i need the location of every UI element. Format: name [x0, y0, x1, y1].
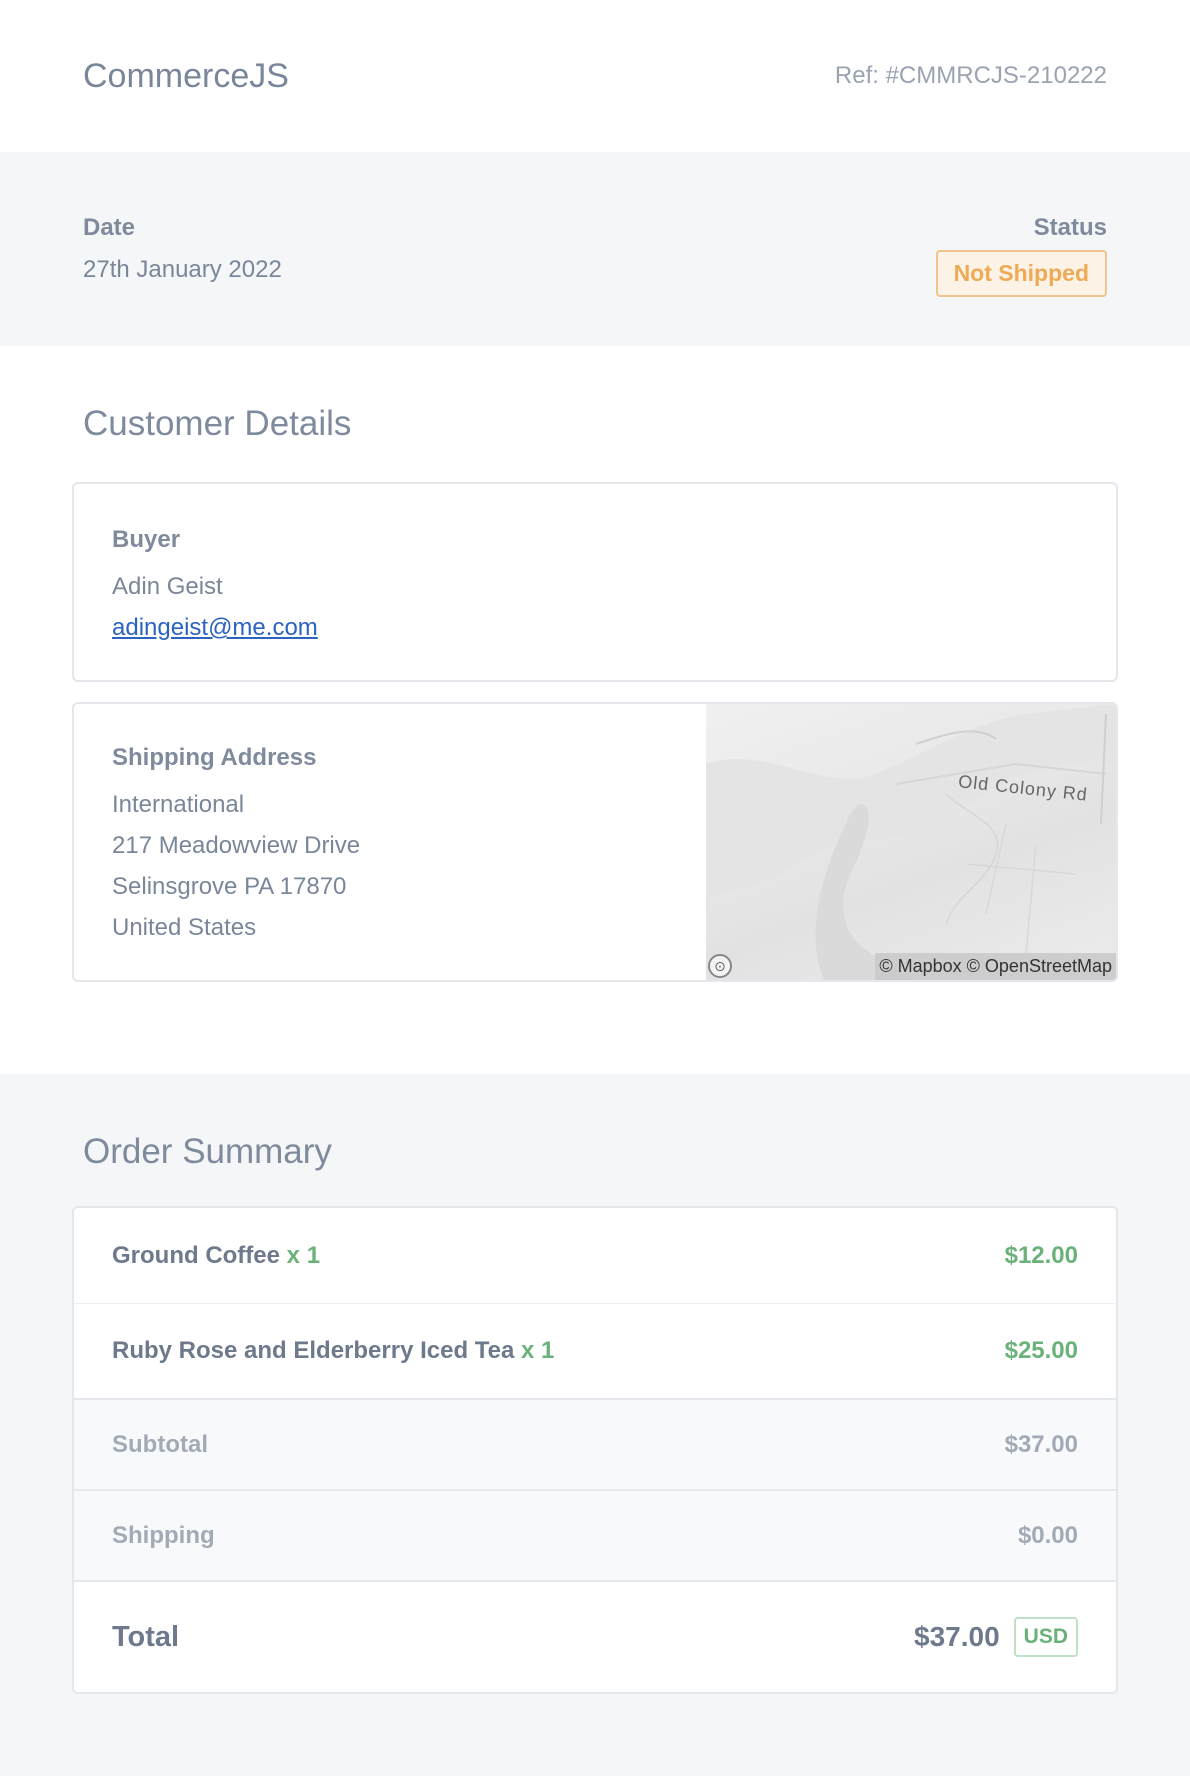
order-summary-section: Order Summary Ground Coffee x 1 $12.00 R…	[0, 1074, 1190, 1776]
shipping-map[interactable]: Old Colony Rd ⊙ © Mapbox © OpenStreetMap	[706, 704, 1116, 980]
order-item-name: Ruby Rose and Elderberry Iced Tea	[112, 1337, 515, 1364]
total-row: Total $37.00 USD	[74, 1582, 1116, 1692]
map-terrain	[706, 704, 1116, 980]
customer-details-title: Customer Details	[83, 404, 352, 443]
subtotal-value: $37.00	[1004, 1430, 1078, 1458]
total-label: Total	[112, 1620, 180, 1653]
buyer-card: Buyer Adin Geist adingeist@me.com	[72, 482, 1118, 682]
mapbox-logo-icon[interactable]: ⊙	[708, 954, 732, 978]
status-badge: Not Shipped	[935, 250, 1107, 297]
order-meta: Date 27th January 2022 Status Not Shippe…	[0, 152, 1190, 346]
total-amount-wrap: $37.00 USD	[914, 1617, 1078, 1657]
shipping-cost-value: $0.00	[1017, 1521, 1078, 1549]
order-summary-card: Ground Coffee x 1 $12.00 Ruby Rose and E…	[72, 1206, 1118, 1694]
buyer-email-link[interactable]: adingeist@me.com	[112, 614, 318, 641]
subtotal-label: Subtotal	[112, 1430, 208, 1458]
shipping-address-line: Selinsgrove PA 17870	[112, 873, 347, 900]
currency-badge: USD	[1013, 1617, 1078, 1657]
total-value: $37.00	[914, 1621, 1000, 1652]
shipping-address-text: Shipping Address International 217 Meado…	[74, 704, 706, 980]
map-attribution[interactable]: © Mapbox © OpenStreetMap	[875, 953, 1116, 980]
shipping-address-card: Shipping Address International 217 Meado…	[72, 702, 1118, 982]
page-header: CommerceJS Ref: #CMMRCJS-210222	[0, 0, 1190, 152]
brand-logo[interactable]: CommerceJS	[83, 57, 289, 96]
buyer-name: Adin Geist	[112, 573, 223, 600]
order-item-price: $12.00	[1004, 1241, 1078, 1269]
order-item-name-wrap: Ruby Rose and Elderberry Iced Tea x 1	[112, 1337, 554, 1365]
order-item-name-wrap: Ground Coffee x 1	[112, 1242, 320, 1270]
buyer-label: Buyer	[112, 526, 181, 553]
order-item-quantity: x 1	[521, 1337, 555, 1364]
order-item-name: Ground Coffee	[112, 1241, 280, 1269]
customer-details-section: Customer Details Buyer Adin Geist adinge…	[0, 346, 1190, 1074]
status-block: Status Not Shipped	[935, 214, 1107, 297]
order-item-price: $25.00	[1004, 1337, 1078, 1364]
subtotal-row: Subtotal $37.00	[74, 1400, 1116, 1491]
shipping-address-line: International	[112, 791, 245, 818]
order-summary-title: Order Summary	[83, 1132, 332, 1171]
order-item-row: Ground Coffee x 1 $12.00	[74, 1208, 1116, 1304]
order-item-quantity: x 1	[286, 1241, 321, 1269]
shipping-address-line: 217 Meadowview Drive	[112, 832, 361, 859]
status-label: Status	[1033, 214, 1107, 241]
shipping-cost-label: Shipping	[112, 1521, 215, 1549]
shipping-address-label: Shipping Address	[112, 744, 317, 771]
shipping-address-line: United States	[112, 914, 257, 941]
shipping-cost-row: Shipping $0.00	[74, 1491, 1116, 1582]
order-reference: Ref: #CMMRCJS-210222	[834, 62, 1107, 89]
order-item-row: Ruby Rose and Elderberry Iced Tea x 1 $2…	[74, 1304, 1116, 1400]
